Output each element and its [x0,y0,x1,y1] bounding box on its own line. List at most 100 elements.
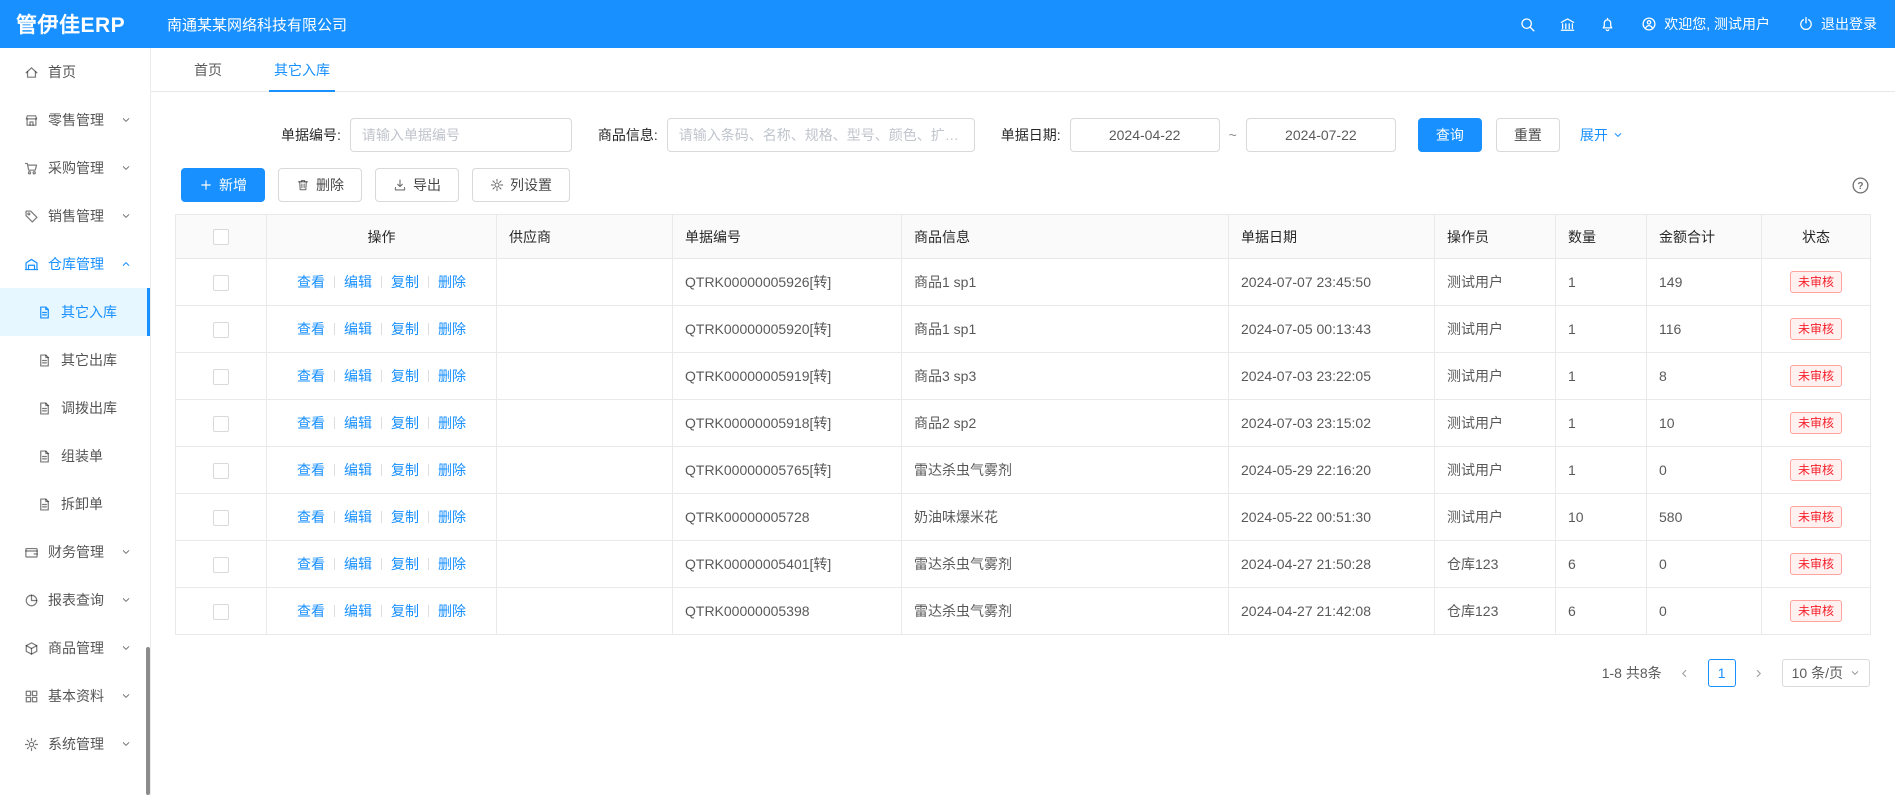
sidebar-item-5[interactable]: 其它入库 [0,288,150,336]
select-all-checkbox[interactable] [213,229,229,245]
welcome-user[interactable]: 欢迎您, 测试用户 [1641,14,1770,34]
sidebar-item-12[interactable]: 商品管理 [0,624,150,672]
cell-supplier [497,494,673,541]
bill-no-input[interactable]: 请输入单据编号 [350,118,572,152]
delete-link[interactable]: 删除 [438,556,466,572]
row-checkbox[interactable] [213,510,229,526]
cell-qty: 1 [1556,353,1647,400]
sidebar-item-9[interactable]: 拆卸单 [0,480,150,528]
edit-link[interactable]: 编辑 [344,368,372,384]
help-icon[interactable]: ? [1851,176,1870,195]
row-checkbox[interactable] [213,416,229,432]
bell-icon[interactable] [1587,16,1627,33]
divider [381,511,382,523]
view-link[interactable]: 查看 [297,509,325,525]
copy-link[interactable]: 复制 [391,603,419,619]
column-settings-button[interactable]: 列设置 [472,168,570,202]
row-checkbox[interactable] [213,369,229,385]
view-link[interactable]: 查看 [297,321,325,337]
view-link[interactable]: 查看 [297,603,325,619]
add-button[interactable]: 新增 [181,168,265,202]
copy-link[interactable]: 复制 [391,274,419,290]
search-button[interactable]: 查询 [1418,118,1482,152]
edit-link[interactable]: 编辑 [344,415,372,431]
delete-link[interactable]: 删除 [438,603,466,619]
reset-button[interactable]: 重置 [1496,118,1560,152]
copy-link[interactable]: 复制 [391,556,419,572]
divider [381,370,382,382]
cell-qty: 6 [1556,541,1647,588]
date-to-input[interactable]: 2024-07-22 [1246,118,1396,152]
view-link[interactable]: 查看 [297,368,325,384]
view-link[interactable]: 查看 [297,556,325,572]
cell-date: 2024-05-22 00:51:30 [1229,494,1435,541]
logout-button[interactable]: 退出登录 [1798,14,1877,34]
divider [334,558,335,570]
column-header: 操作员 [1435,215,1556,259]
cell-status: 未审核 [1762,541,1871,588]
chevron-up-icon [121,259,131,269]
edit-link[interactable]: 编辑 [344,321,372,337]
next-page-button[interactable] [1746,659,1772,687]
row-select-cell [176,400,267,447]
sidebar-item-14[interactable]: 系统管理 [0,720,150,768]
sidebar-item-8[interactable]: 组装单 [0,432,150,480]
cell-qty: 1 [1556,400,1647,447]
delete-link[interactable]: 删除 [438,368,466,384]
sidebar-item-6[interactable]: 其它出库 [0,336,150,384]
search-icon[interactable] [1507,16,1547,33]
row-checkbox[interactable] [213,557,229,573]
sidebar-item-0[interactable]: 首页 [0,48,150,96]
edit-link[interactable]: 编辑 [344,274,372,290]
row-checkbox[interactable] [213,322,229,338]
delete-link[interactable]: 删除 [438,274,466,290]
sidebar-item-3[interactable]: 销售管理 [0,192,150,240]
delete-link[interactable]: 删除 [438,462,466,478]
product-info-input[interactable]: 请输入条码、名称、规格、型号、颜色、扩展... [667,118,975,152]
prev-page-button[interactable] [1672,659,1698,687]
logout-icon [1798,16,1814,32]
edit-link[interactable]: 编辑 [344,556,372,572]
cell-operator: 测试用户 [1435,400,1556,447]
edit-link[interactable]: 编辑 [344,509,372,525]
edit-link[interactable]: 编辑 [344,603,372,619]
sidebar-item-11[interactable]: 报表查询 [0,576,150,624]
bank-icon[interactable] [1547,16,1587,33]
row-checkbox[interactable] [213,275,229,291]
view-link[interactable]: 查看 [297,274,325,290]
current-page-button[interactable]: 1 [1708,659,1736,687]
sidebar-item-10[interactable]: 财务管理 [0,528,150,576]
row-select-cell [176,259,267,306]
copy-link[interactable]: 复制 [391,368,419,384]
delete-button[interactable]: 删除 [278,168,362,202]
delete-link[interactable]: 删除 [438,415,466,431]
view-link[interactable]: 查看 [297,415,325,431]
view-link[interactable]: 查看 [297,462,325,478]
table-row: 查看编辑复制删除QTRK00000005920[转]商品1 sp12024-07… [176,306,1871,353]
date-from-input[interactable]: 2024-04-22 [1070,118,1220,152]
sidebar-item-1[interactable]: 零售管理 [0,96,150,144]
copy-link[interactable]: 复制 [391,462,419,478]
row-checkbox[interactable] [213,463,229,479]
select-all-cell [176,215,267,259]
cell-bill-no: QTRK00000005401[转] [673,541,902,588]
edit-link[interactable]: 编辑 [344,462,372,478]
sidebar-item-4[interactable]: 仓库管理 [0,240,150,288]
sidebar-item-2[interactable]: 采购管理 [0,144,150,192]
cell-status: 未审核 [1762,494,1871,541]
copy-link[interactable]: 复制 [391,415,419,431]
sidebar-item-7[interactable]: 调拨出库 [0,384,150,432]
page-size-select[interactable]: 10 条/页 [1782,659,1870,687]
copy-link[interactable]: 复制 [391,509,419,525]
export-button[interactable]: 导出 [375,168,459,202]
delete-link[interactable]: 删除 [438,321,466,337]
tab-home[interactable]: 首页 [194,48,222,91]
tab-other-inbound[interactable]: 其它入库 [274,48,330,91]
expand-toggle[interactable]: 展开 [1580,125,1623,145]
cell-product: 奶油味爆米花 [902,494,1229,541]
row-checkbox[interactable] [213,604,229,620]
delete-link[interactable]: 删除 [438,509,466,525]
sidebar-item-13[interactable]: 基本资料 [0,672,150,720]
copy-link[interactable]: 复制 [391,321,419,337]
sidebar-scrollbar[interactable] [146,647,150,795]
